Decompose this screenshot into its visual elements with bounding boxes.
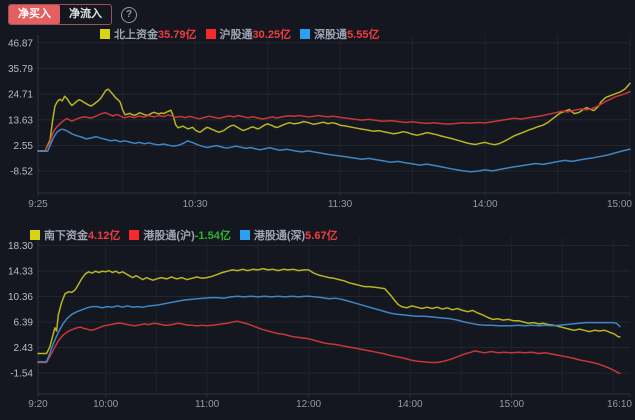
legend-item-north-total[interactable]: 北上资金35.79亿 xyxy=(100,26,197,42)
legend-item-south-total[interactable]: 南下资金4.12亿 xyxy=(30,227,120,243)
legend-swatch xyxy=(206,29,216,39)
y-axis-label: 2.43 xyxy=(14,343,34,354)
header: 净买入 净流入 ? xyxy=(8,4,137,25)
y-axis-label: 6.39 xyxy=(14,318,34,329)
y-axis-label: 24.71 xyxy=(8,90,33,101)
legend-label: 深股通 xyxy=(314,26,347,42)
legend-southbound: 南下资金4.12亿港股通(沪)-1.54亿港股通(深)5.67亿 xyxy=(30,227,338,243)
legend-value: 30.25亿 xyxy=(253,26,292,42)
legend-item-hk-hu[interactable]: 港股通(沪)-1.54亿 xyxy=(129,227,230,243)
view-toggle: 净买入 净流入 xyxy=(8,4,112,25)
legend-label: 港股通(沪) xyxy=(143,227,194,243)
x-axis-label: 12:00 xyxy=(296,399,321,410)
legend-label: 北上资金 xyxy=(114,26,158,42)
legend-value: 4.12亿 xyxy=(88,227,120,243)
series-line-shengutong xyxy=(38,129,630,172)
legend-label: 港股通(深) xyxy=(254,227,305,243)
x-axis-label: 10:00 xyxy=(93,399,118,410)
x-axis-label: 11:00 xyxy=(195,399,220,410)
x-axis-label: 14:00 xyxy=(398,399,423,410)
x-axis-label: 16:10 xyxy=(607,399,632,410)
southbound-chart[interactable]: 18.3014.3310.366.392.43-1.549:2010:0011:… xyxy=(8,237,632,410)
legend-value: -1.54亿 xyxy=(195,227,231,243)
legend-swatch xyxy=(240,230,250,240)
x-axis-label: 15:00 xyxy=(499,399,524,410)
legend-swatch xyxy=(300,29,310,39)
legend-value: 5.67亿 xyxy=(305,227,337,243)
help-icon[interactable]: ? xyxy=(121,7,137,23)
y-axis-label: -1.54 xyxy=(10,369,33,380)
legend-item-hk-shen[interactable]: 港股通(深)5.67亿 xyxy=(240,227,338,243)
charts-canvas[interactable]: 46.87 35.79 24.71 13.63 2.55 -8.52 9:25 10:30 11… xyxy=(0,0,635,420)
legend-swatch xyxy=(30,230,40,240)
legend-swatch xyxy=(100,29,110,39)
y-axis-label: 13.63 xyxy=(8,115,33,126)
tab-net-inflow[interactable]: 净流入 xyxy=(60,5,111,24)
y-axis-label: 2.55 xyxy=(14,141,34,152)
x-axis-label: 9:25 xyxy=(28,199,48,210)
y-axis-label: 14.33 xyxy=(8,267,33,278)
x-axis-label: 9:20 xyxy=(28,399,48,410)
legend-swatch xyxy=(129,230,139,240)
capital-flow-panel: 46.87 35.79 24.71 13.63 2.55 -8.52 9:25 10:30 11… xyxy=(0,0,635,420)
y-axis-label: 35.79 xyxy=(8,64,33,75)
legend-northbound: 北上资金35.79亿沪股通30.25亿深股通5.55亿 xyxy=(100,26,379,42)
legend-item-hugutong[interactable]: 沪股通30.25亿 xyxy=(206,26,292,42)
tab-net-buy[interactable]: 净买入 xyxy=(9,5,60,24)
y-axis-label: -8.52 xyxy=(10,167,33,178)
northbound-chart[interactable]: 46.87 35.79 24.71 13.63 2.55 -8.52 9:25 10:30 11… xyxy=(8,35,632,210)
legend-label: 南下资金 xyxy=(44,227,88,243)
x-axis-label: 11:30 xyxy=(328,199,353,210)
y-axis-label: 46.87 xyxy=(8,38,33,49)
legend-item-shengutong[interactable]: 深股通5.55亿 xyxy=(300,26,379,42)
x-axis-label: 10:30 xyxy=(183,199,208,210)
y-axis-label: 10.36 xyxy=(8,292,33,303)
x-axis-label: 15:00 xyxy=(607,199,632,210)
legend-value: 35.79亿 xyxy=(158,26,197,42)
legend-value: 5.55亿 xyxy=(347,26,379,42)
x-axis-label: 14:00 xyxy=(472,199,497,210)
legend-label: 沪股通 xyxy=(220,26,253,42)
series-line-south-total xyxy=(38,269,620,354)
